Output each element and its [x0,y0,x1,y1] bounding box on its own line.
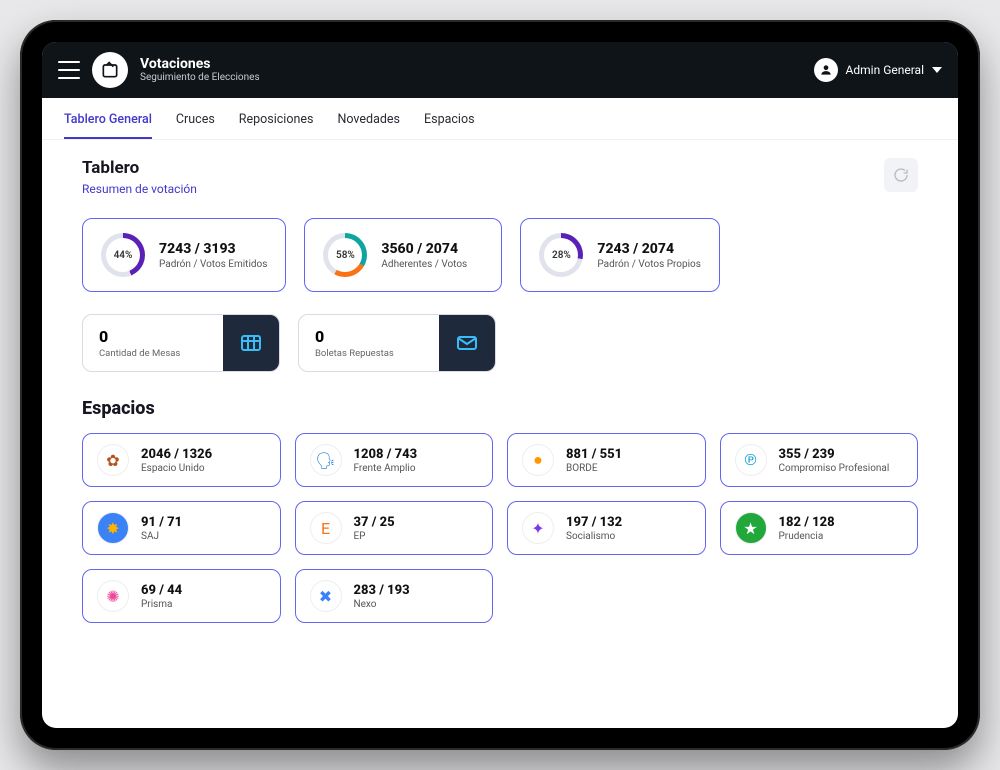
donut-chart: 44% [101,233,145,277]
espacio-value: 355 / 239 [779,447,890,462]
counter-label: Cantidad de Mesas [99,348,207,359]
espacio-logo: ★ [735,512,767,544]
espacio-card[interactable]: ✖ 283 / 193Nexo [295,569,494,623]
espacio-logo: ✖ [310,580,342,612]
espacio-value: 69 / 44 [141,583,182,598]
espacio-value: 1208 / 743 [354,447,418,462]
envelope-icon [439,315,495,371]
stat-label: Padrón / Votos Propios [597,259,701,270]
espacio-logo: ✸ [97,512,129,544]
tabbar: Tablero General Cruces Reposiciones Nove… [42,98,958,140]
espacio-logo: ✿ [97,444,129,476]
donut-chart: 28% [539,233,583,277]
espacio-logo: 🗣 [310,444,342,476]
espacio-card[interactable]: ✦ 197 / 132Socialismo [507,501,706,555]
espacio-label: Prisma [141,599,182,610]
espacio-logo: ℗ [735,444,767,476]
tablet-frame: Votaciones Seguimiento de Elecciones Adm… [20,20,980,750]
espacio-label: Socialismo [566,531,622,542]
user-menu[interactable]: Admin General [814,58,942,82]
espacio-value: 197 / 132 [566,515,622,530]
espacio-card[interactable]: ✸ 91 / 71SAJ [82,501,281,555]
espacio-label: EP [354,531,395,542]
espacio-card[interactable]: 🗣 1208 / 743Frente Amplio [295,433,494,487]
espacio-card[interactable]: ℗ 355 / 239Compromiso Profesional [720,433,919,487]
stat-card: 44% 7243 / 3193 Padrón / Votos Emitidos [82,218,286,292]
dashboard-heading: Tablero [82,158,197,178]
tab-espacios[interactable]: Espacios [424,112,475,139]
donut-chart: 58% [323,233,367,277]
espacio-logo: ✦ [522,512,554,544]
espacio-card[interactable]: ★ 182 / 128Prudencia [720,501,919,555]
espacios-grid: ✿ 2046 / 1326Espacio Unido 🗣 1208 / 743Fren… [82,433,918,623]
stat-value: 7243 / 3193 [159,241,267,257]
espacio-label: Compromiso Profesional [779,463,890,474]
refresh-button[interactable] [884,158,918,192]
donut-percent: 58% [336,250,355,261]
stat-card: 28% 7243 / 2074 Padrón / Votos Propios [520,218,720,292]
avatar [814,58,838,82]
app-screen: Votaciones Seguimiento de Elecciones Adm… [42,42,958,728]
espacios-heading: Espacios [82,398,918,419]
espacio-label: SAJ [141,531,182,542]
espacio-value: 91 / 71 [141,515,182,530]
app-logo [92,52,128,88]
espacio-label: Nexo [354,599,410,610]
counter-card: 0 Boletas Repuestas [298,314,496,372]
espacio-logo: E [310,512,342,544]
donut-percent: 44% [114,250,133,261]
stat-value: 7243 / 2074 [597,241,701,257]
dashboard-subheading[interactable]: Resumen de votación [82,182,197,196]
menu-icon[interactable] [58,61,80,79]
stat-label: Padrón / Votos Emitidos [159,259,267,270]
stat-value: 3560 / 2074 [381,241,467,257]
counter-value: 0 [315,327,423,346]
espacio-card[interactable]: ✿ 2046 / 1326Espacio Unido [82,433,281,487]
tab-tablero-general[interactable]: Tablero General [64,112,152,139]
espacio-value: 881 / 551 [566,447,622,462]
counter-card: 0 Cantidad de Mesas [82,314,280,372]
espacio-card[interactable]: E 37 / 25EP [295,501,494,555]
refresh-icon [893,167,909,183]
user-name: Admin General [846,63,924,77]
app-title: Votaciones [140,57,260,72]
espacio-value: 2046 / 1326 [141,447,212,462]
espacio-value: 182 / 128 [779,515,835,530]
espacio-logo: ✺ [97,580,129,612]
tab-cruces[interactable]: Cruces [176,112,215,139]
donut-percent: 28% [552,250,571,261]
espacio-logo: ● [522,444,554,476]
espacio-label: BORDE [566,463,622,474]
app-subtitle: Seguimiento de Elecciones [140,72,260,83]
espacio-value: 37 / 25 [354,515,395,530]
espacio-label: Prudencia [779,531,835,542]
espacio-card[interactable]: ✺ 69 / 44Prisma [82,569,281,623]
stat-label: Adherentes / Votos [381,259,467,270]
espacio-value: 283 / 193 [354,583,410,598]
brand-block: Votaciones Seguimiento de Elecciones [140,57,260,83]
tab-novedades[interactable]: Novedades [337,112,400,139]
topbar: Votaciones Seguimiento de Elecciones Adm… [42,42,958,98]
counter-value: 0 [99,327,207,346]
content: Tablero Resumen de votación 44% 7243 / 3… [42,140,958,728]
espacio-label: Frente Amplio [354,463,418,474]
tab-reposiciones[interactable]: Reposiciones [239,112,314,139]
chevron-down-icon [932,67,942,73]
espacio-card[interactable]: ● 881 / 551BORDE [507,433,706,487]
table-grid-icon [223,315,279,371]
counter-label: Boletas Repuestas [315,348,423,359]
espacio-label: Espacio Unido [141,463,212,474]
stat-card: 58% 3560 / 2074 Adherentes / Votos [304,218,502,292]
